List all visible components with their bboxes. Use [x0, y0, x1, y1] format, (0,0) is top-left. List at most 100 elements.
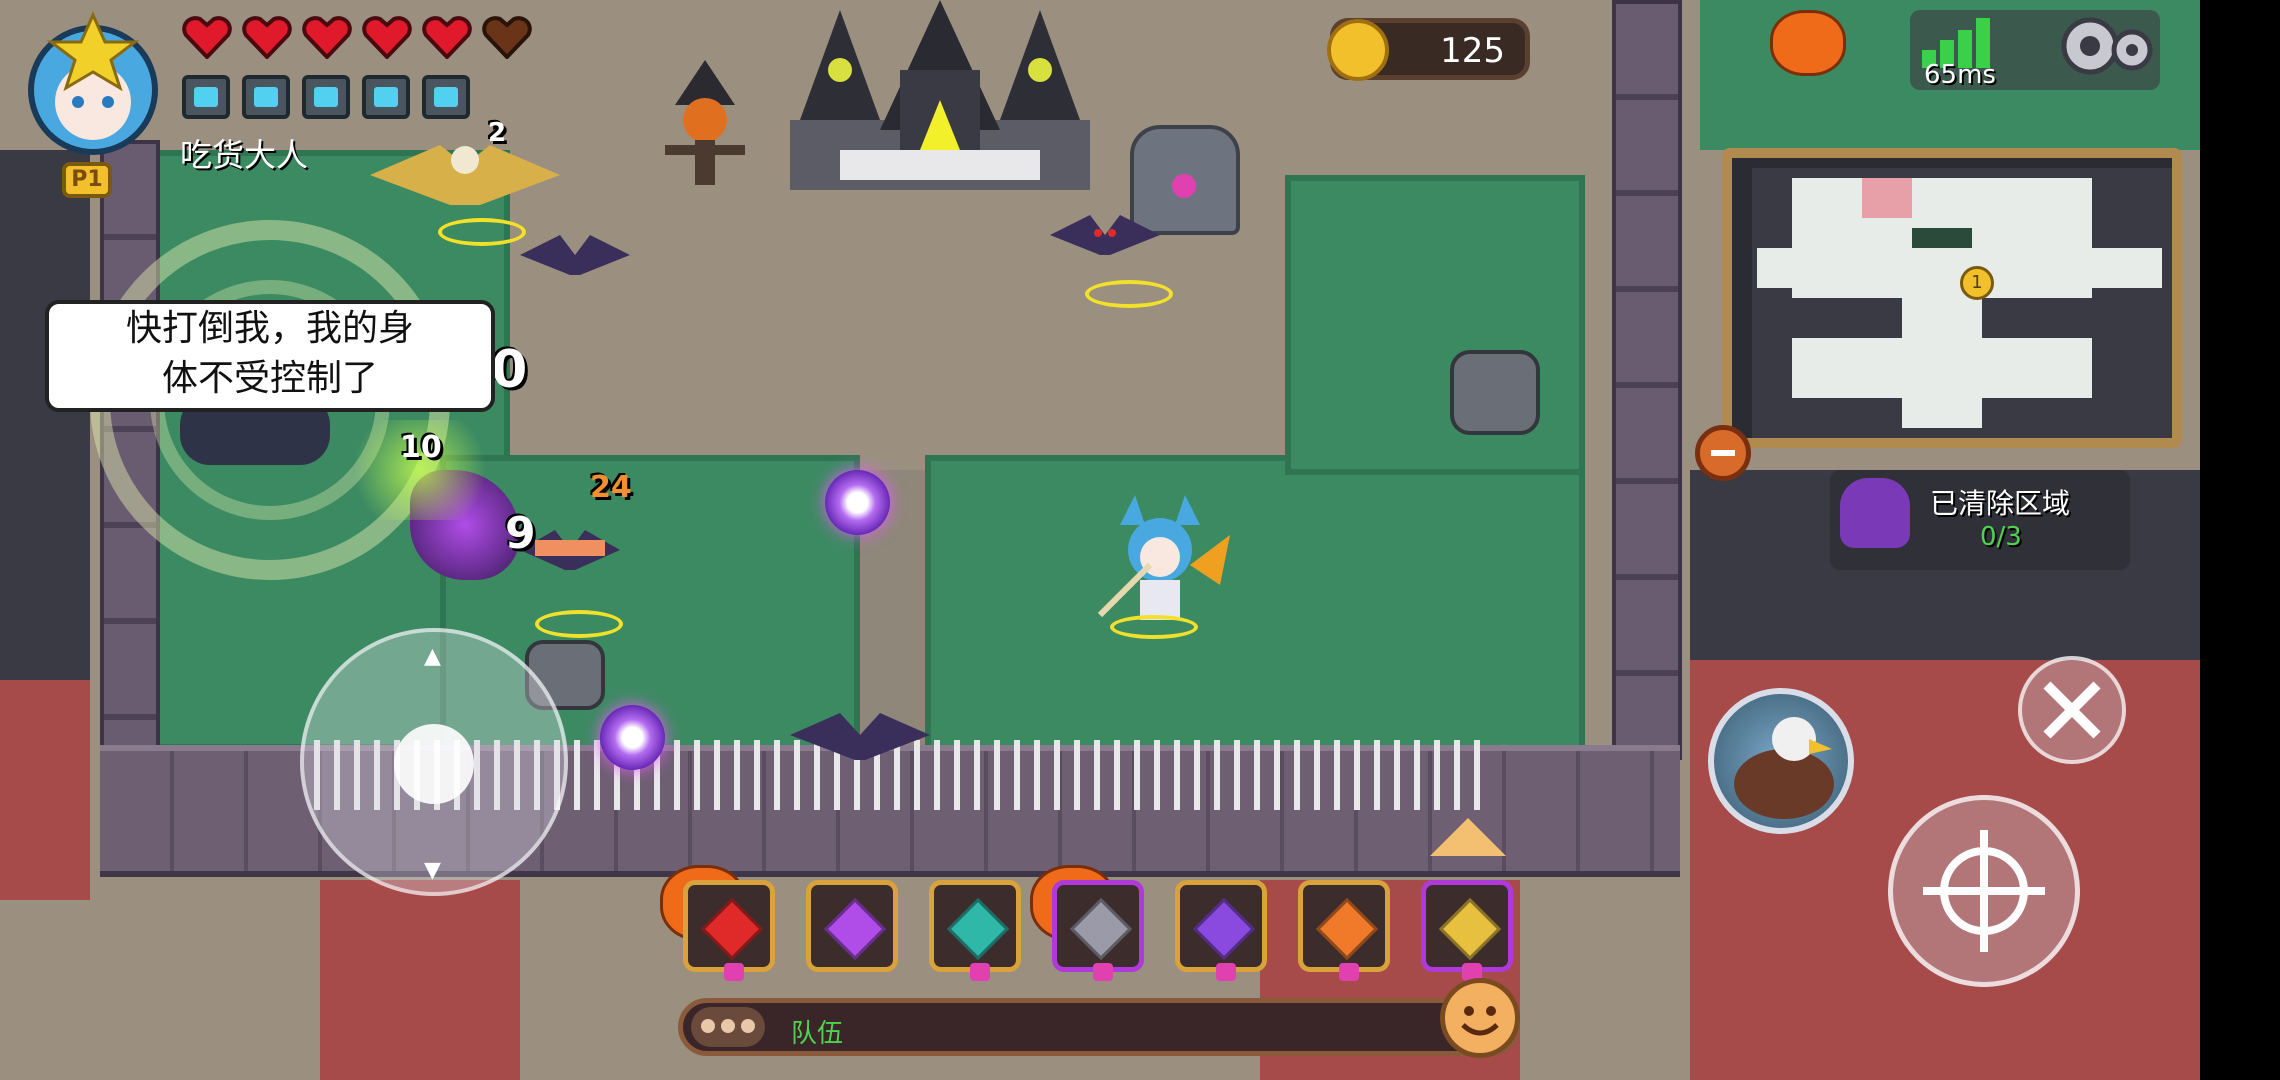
lock-icon — [970, 963, 990, 981]
heart-icon — [242, 16, 292, 59]
shield-icon — [242, 75, 290, 119]
crosshair-icon — [1923, 830, 2045, 952]
enemy-marker-ring — [1085, 280, 1173, 308]
team-chat-label: 队伍 — [791, 1019, 844, 1049]
scarecrow — [660, 60, 750, 190]
purple-star-crystal-icon — [823, 897, 887, 961]
attack-button[interactable] — [1888, 795, 2080, 987]
team-chat-bar[interactable]: 队伍 — [678, 998, 1520, 1056]
heart-empty-icon — [482, 16, 532, 59]
eagle-pet-icon — [1734, 717, 1834, 819]
demon-objective-icon — [1840, 478, 1910, 548]
npc-speech-bubble: 快打倒我，我的身 体不受控制了 — [45, 300, 495, 412]
health-hearts — [182, 15, 532, 59]
grass-bottom-right — [925, 455, 1585, 755]
bottom-red-ground-left — [320, 880, 520, 1080]
coin-value: 125 — [1440, 31, 1505, 71]
damage-number: 10 — [400, 430, 442, 465]
dot — [741, 1019, 755, 1033]
shield-icon — [362, 75, 410, 119]
speech-line-1: 快打倒我，我的身 — [125, 308, 414, 349]
minimap-player-marker: 1 — [1960, 266, 1994, 300]
heart-icon — [422, 16, 472, 59]
magic-orb — [600, 705, 665, 770]
heart-icon — [182, 16, 232, 59]
armor-shields — [182, 75, 470, 119]
haunted-castle — [780, 0, 1100, 210]
joystick-down-arrow-icon: ▼ — [424, 858, 441, 883]
heart-icon — [302, 16, 352, 59]
shield-icon — [422, 75, 470, 119]
damage-number: 2 — [488, 118, 507, 148]
shield-icon — [302, 75, 350, 119]
player-tag-badge: P1 — [62, 162, 112, 198]
enemy-marker-ring — [535, 610, 623, 638]
red-crystal-icon — [700, 897, 764, 961]
orange-star-icon — [1315, 897, 1379, 961]
objective-progress: 0/3 — [1980, 522, 2022, 552]
left-red-ground — [0, 680, 90, 900]
fence-right-column — [1612, 0, 1682, 760]
bat-enemy — [1050, 215, 1160, 255]
objective-panel: 已清除区域 0/3 — [1830, 470, 2130, 570]
skill-slot-1[interactable] — [683, 880, 775, 981]
damage-number: 9 — [505, 508, 536, 559]
purple-gem-icon — [1192, 897, 1256, 961]
bat-enemy — [520, 235, 630, 275]
minimap-layout — [1752, 168, 2172, 438]
skill-slot-4[interactable] — [1052, 880, 1144, 981]
pet-skill-button[interactable] — [1708, 688, 1854, 834]
coin-icon — [1327, 19, 1389, 81]
enemy-marker-ring — [438, 218, 526, 246]
smiley-face-icon — [1461, 1006, 1499, 1036]
screen-edge — [2200, 0, 2280, 1080]
player-character — [1090, 495, 1230, 630]
pumpkin-icon — [1770, 10, 1846, 76]
skill-slot-6[interactable] — [1298, 880, 1390, 981]
joystick-thumb[interactable] — [394, 724, 474, 804]
joystick-up-arrow-icon: ▲ — [424, 644, 441, 669]
shield-icon — [182, 75, 230, 119]
ping-value: 65ms — [1924, 60, 1996, 90]
lock-icon — [1216, 963, 1236, 981]
skill-slot-7[interactable] — [1421, 880, 1513, 981]
heart-icon — [362, 16, 412, 59]
weapon-swap-button[interactable] — [2018, 656, 2126, 764]
chat-options-icon[interactable] — [691, 1007, 765, 1047]
damage-number: 24 — [590, 470, 632, 505]
teal-crystal-icon — [946, 897, 1010, 961]
emoji-button[interactable] — [1440, 978, 1520, 1058]
lock-icon — [1339, 963, 1359, 981]
skill-slot-3[interactable] — [929, 880, 1021, 981]
settings-gear-icon[interactable] — [2050, 8, 2155, 84]
turret-icon — [1069, 897, 1133, 961]
lock-icon — [724, 963, 744, 981]
boulder — [1450, 350, 1540, 435]
dot — [721, 1019, 735, 1033]
minimap[interactable]: 1 — [1722, 148, 2182, 448]
player-name: 吃货大人 — [180, 136, 309, 174]
magic-orb — [825, 470, 890, 535]
speech-line-2: 体不受控制了 — [161, 358, 378, 399]
minus-icon — [1711, 450, 1735, 456]
portal-icon — [1172, 174, 1196, 198]
player-ring — [1110, 615, 1198, 639]
movement-joystick[interactable]: ▲ ▼ — [300, 628, 568, 896]
minimap-zoom-out-button[interactable] — [1695, 425, 1751, 481]
left-rock-wall — [0, 150, 90, 710]
arrow-projectile — [535, 540, 605, 556]
skill-slot-2[interactable] — [806, 880, 898, 972]
crossed-swords-icon — [2043, 681, 2101, 739]
skill-slot-5[interactable] — [1175, 880, 1267, 981]
grass-top-right — [1285, 175, 1585, 475]
objective-label: 已清除区域 — [1930, 487, 2071, 520]
game-world: 10 10 24 9 2 快打倒我，我的身 体不受控制了 P1 吃货大人 — [0, 0, 2200, 1080]
coin-counter: 125 — [1327, 18, 1530, 81]
expand-skills-arrow-icon[interactable] — [1430, 818, 1506, 856]
eagle-enemy — [370, 145, 560, 205]
dot — [701, 1019, 715, 1033]
gold-lantern-icon — [1438, 897, 1502, 961]
bat-enemy — [790, 713, 930, 760]
player-avatar[interactable] — [8, 10, 178, 160]
skill-bar — [683, 880, 1513, 981]
